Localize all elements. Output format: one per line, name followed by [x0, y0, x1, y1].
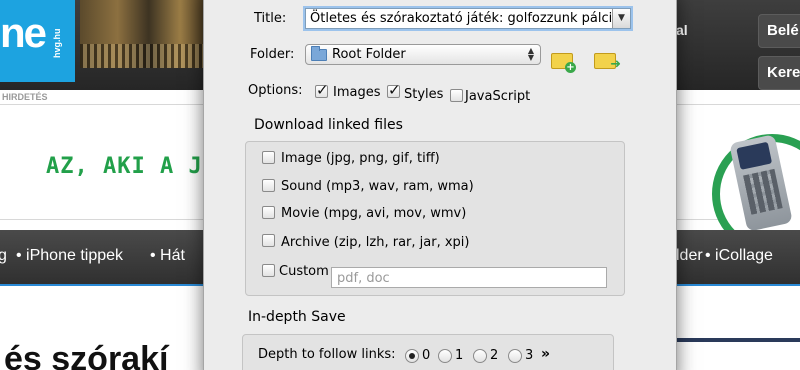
search-button[interactable]: Kere: [758, 56, 800, 90]
updown-arrows-icon: ▲ ▼: [527, 46, 534, 62]
movie-types-checkbox[interactable]: [262, 206, 275, 219]
depth-label: Depth to follow links:: [258, 347, 396, 362]
image-types-label[interactable]: Image (jpg, png, gif, tiff): [281, 151, 440, 166]
styles-label[interactable]: Styles: [404, 87, 443, 102]
custom-types-checkbox[interactable]: [262, 264, 275, 277]
divider: [676, 338, 800, 342]
title-combobox[interactable]: Ötletes és szórakoztató játék: golfozzun…: [305, 8, 631, 29]
site-logo[interactable]: ne hvg.hu: [0, 0, 75, 82]
download-linked-files-heading: Download linked files: [254, 117, 403, 133]
archive-types-label[interactable]: Archive (zip, lzh, rar, jar, xpi): [281, 235, 469, 250]
styles-checkbox[interactable]: [387, 81, 401, 99]
folder-icon: [311, 46, 327, 61]
nav-item-iphone-tippek[interactable]: • iPhone tippek: [16, 247, 123, 265]
depth-option-3[interactable]: 3: [525, 348, 533, 363]
custom-types-label[interactable]: Custom: [279, 264, 329, 279]
login-button[interactable]: Belé: [758, 14, 800, 48]
new-folder-button[interactable]: +: [551, 53, 576, 73]
image-types-checkbox[interactable]: [262, 151, 275, 164]
more-depth-button[interactable]: »: [541, 346, 550, 362]
chevron-down-icon[interactable]: ▼: [612, 9, 630, 28]
article-title[interactable]: és szórakí: [4, 340, 168, 370]
custom-extensions-input[interactable]: pdf, doc: [331, 267, 607, 288]
sound-types-checkbox[interactable]: [262, 179, 275, 192]
javascript-label[interactable]: JavaScript: [465, 89, 530, 104]
ad-label: HIRDETÉS: [2, 92, 48, 102]
javascript-checkbox[interactable]: [450, 89, 463, 102]
open-folder-button[interactable]: ➜: [594, 53, 621, 71]
depth-radio-0[interactable]: [405, 349, 419, 363]
depth-option-2[interactable]: 2: [490, 348, 498, 363]
nav-item[interactable]: g: [0, 247, 7, 265]
title-label: Title:: [254, 11, 287, 26]
plus-icon: +: [565, 62, 576, 73]
movie-types-label[interactable]: Movie (mpg, avi, mov, wmv): [281, 206, 466, 221]
images-label[interactable]: Images: [333, 85, 381, 100]
depth-option-1[interactable]: 1: [455, 348, 463, 363]
depth-radio-3[interactable]: [508, 349, 522, 363]
header-photo[interactable]: [80, 0, 205, 68]
logo-subtext: hvg.hu: [52, 28, 62, 59]
custom-extensions-placeholder: pdf, doc: [337, 271, 390, 286]
in-depth-save-heading: In-depth Save: [248, 309, 346, 325]
folder-select-value: Root Folder: [332, 47, 406, 62]
nav-item[interactable]: lder: [676, 247, 703, 265]
sound-types-label[interactable]: Sound (mp3, wav, ram, wma): [281, 179, 474, 194]
nav-item[interactable]: • Hát: [150, 247, 185, 265]
folder-select[interactable]: Root Folder ▲ ▼: [305, 44, 541, 65]
depth-radio-1[interactable]: [438, 349, 452, 363]
archive-types-checkbox[interactable]: [262, 234, 275, 247]
arrow-right-icon: ➜: [610, 57, 621, 72]
depth-option-0[interactable]: 0: [422, 348, 430, 363]
options-label: Options:: [248, 83, 303, 98]
images-checkbox[interactable]: [315, 81, 329, 99]
folder-label: Folder:: [250, 47, 295, 62]
logo-text: ne: [0, 9, 47, 56]
nav-item-icollage[interactable]: • iCollage: [705, 247, 773, 265]
title-input-value: Ötletes és szórakoztató játék: golfozzun…: [310, 11, 620, 26]
depth-radio-2[interactable]: [473, 349, 487, 363]
header-menu-text[interactable]: al: [676, 22, 688, 38]
